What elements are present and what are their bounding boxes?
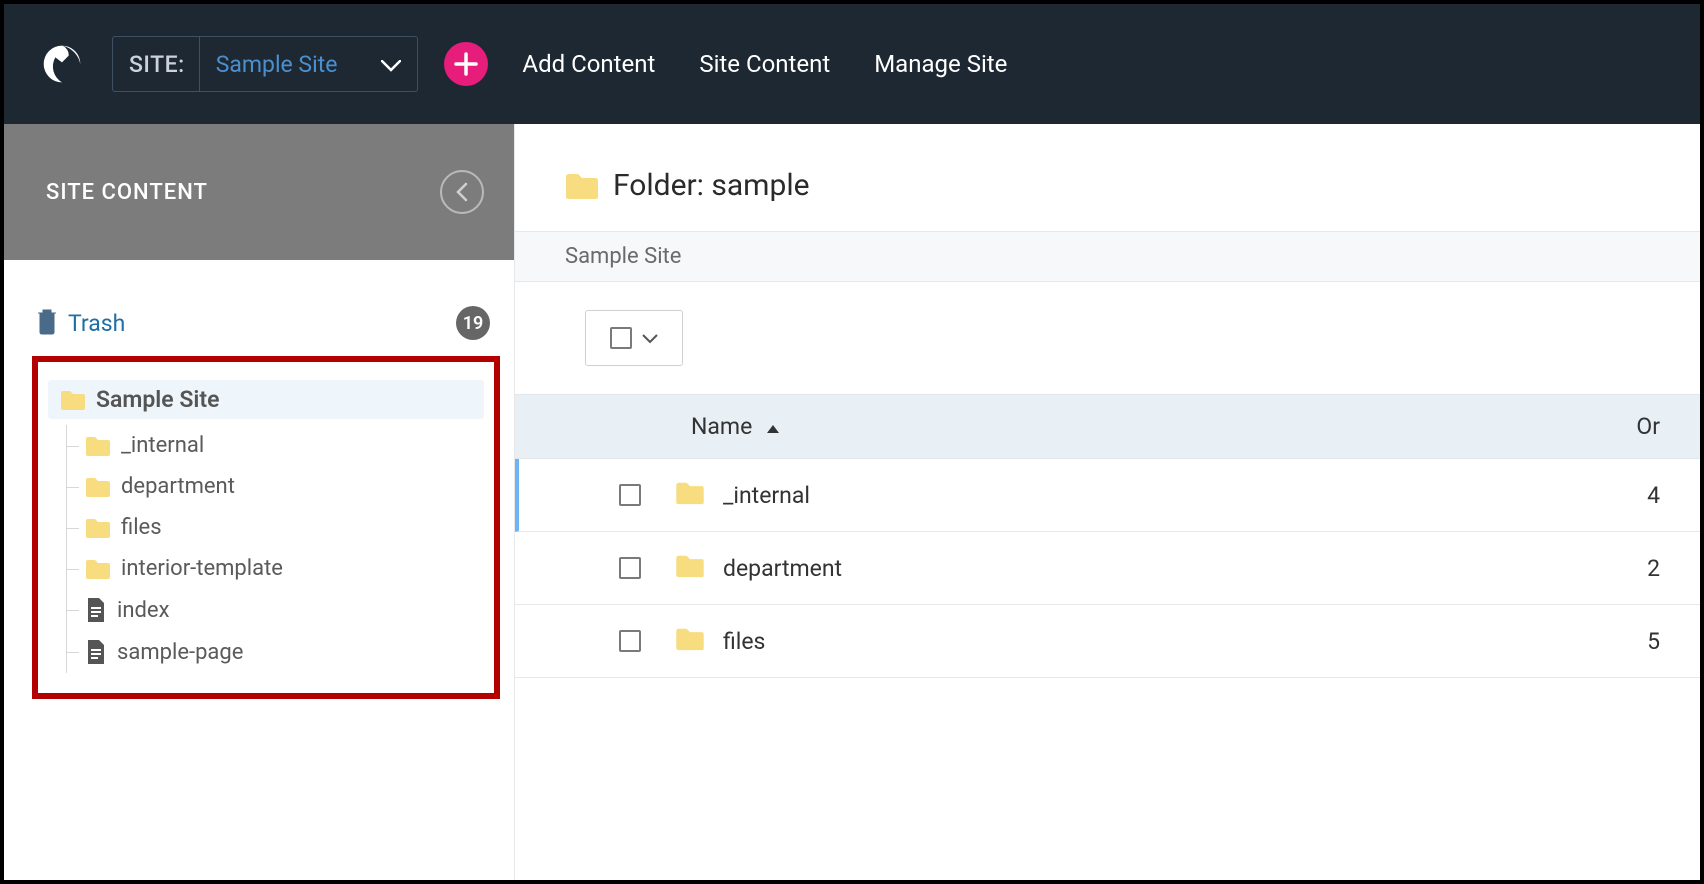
row-name: files bbox=[723, 628, 765, 655]
tree-children: _internal department files interior-temp… bbox=[66, 425, 484, 673]
main-panel: Folder: sample Sample Site Name Or bbox=[514, 124, 1700, 880]
folder-icon bbox=[85, 517, 111, 539]
folder-icon bbox=[675, 627, 709, 655]
checkbox-icon bbox=[619, 630, 641, 652]
page-icon bbox=[85, 597, 107, 623]
tree-item-label: department bbox=[121, 474, 235, 499]
tree-highlight-box: Sample Site _internal department files bbox=[32, 356, 500, 699]
sidebar-title: SITE CONTENT bbox=[46, 180, 208, 205]
page-icon bbox=[85, 639, 107, 665]
chevron-down-icon bbox=[642, 329, 658, 348]
checkbox-icon bbox=[610, 327, 632, 349]
table-row[interactable]: files 5 bbox=[515, 605, 1700, 678]
row-col2: 4 bbox=[1580, 482, 1660, 509]
row-checkbox[interactable] bbox=[585, 630, 675, 652]
checkbox-icon bbox=[619, 557, 641, 579]
chevron-down-icon bbox=[381, 51, 401, 78]
tree-root[interactable]: Sample Site bbox=[48, 380, 484, 419]
page-title: Folder: sample bbox=[515, 124, 1700, 231]
nav-site-content[interactable]: Site Content bbox=[677, 50, 852, 78]
toolbar bbox=[515, 282, 1700, 394]
sidebar-body: Trash 19 Sample Site _internal depart bbox=[4, 260, 514, 699]
tree-item-label: sample-page bbox=[117, 640, 243, 665]
row-col2: 5 bbox=[1580, 628, 1660, 655]
workspace: SITE CONTENT Trash 19 Sample Site bbox=[4, 124, 1700, 880]
site-selector-value: Sample Site bbox=[200, 37, 418, 91]
row-name: department bbox=[723, 555, 842, 582]
sort-asc-icon bbox=[766, 413, 780, 440]
row-checkbox[interactable] bbox=[585, 484, 675, 506]
add-content-button-icon[interactable] bbox=[444, 42, 488, 86]
folder-icon bbox=[565, 172, 599, 200]
tree-item[interactable]: index bbox=[67, 589, 484, 631]
tree-item[interactable]: files bbox=[67, 507, 484, 548]
tree-item-label: files bbox=[121, 515, 162, 540]
chevron-left-icon bbox=[455, 182, 469, 202]
tree-item[interactable]: _internal bbox=[67, 425, 484, 466]
tree-root-label: Sample Site bbox=[96, 386, 220, 413]
folder-icon bbox=[85, 558, 111, 580]
row-name: _internal bbox=[723, 482, 810, 509]
site-selector-text: Sample Site bbox=[216, 51, 338, 78]
tree-item-label: interior-template bbox=[121, 556, 283, 581]
table-row[interactable]: _internal 4 bbox=[515, 459, 1700, 532]
folder-icon bbox=[85, 435, 111, 457]
row-checkbox[interactable] bbox=[585, 557, 675, 579]
page-title-text: Folder: sample bbox=[613, 168, 810, 203]
trash-label: Trash bbox=[68, 310, 125, 337]
sidebar-header: SITE CONTENT bbox=[4, 124, 514, 260]
site-selector[interactable]: SITE: Sample Site bbox=[112, 36, 418, 92]
nav-manage-site[interactable]: Manage Site bbox=[852, 50, 1029, 78]
trash-count-badge: 19 bbox=[456, 306, 490, 340]
breadcrumb[interactable]: Sample Site bbox=[515, 231, 1700, 282]
site-selector-label: SITE: bbox=[113, 37, 200, 91]
column-name-label: Name bbox=[691, 413, 752, 440]
select-all-dropdown[interactable] bbox=[585, 310, 683, 366]
trash-row[interactable]: Trash 19 bbox=[4, 306, 514, 340]
topbar: SITE: Sample Site Add Content Site Conte… bbox=[4, 4, 1700, 124]
tree-item-label: index bbox=[117, 598, 170, 623]
folder-table: Name Or _internal 4 department bbox=[515, 394, 1700, 678]
tree-item-label: _internal bbox=[121, 433, 204, 458]
table-header: Name Or bbox=[515, 394, 1700, 459]
tree-item[interactable]: sample-page bbox=[67, 631, 484, 673]
folder-icon bbox=[85, 476, 111, 498]
tree-item[interactable]: department bbox=[67, 466, 484, 507]
sidebar: SITE CONTENT Trash 19 Sample Site bbox=[4, 124, 514, 880]
folder-icon bbox=[675, 481, 709, 509]
checkbox-icon bbox=[619, 484, 641, 506]
app-logo[interactable] bbox=[32, 34, 92, 94]
table-row[interactable]: department 2 bbox=[515, 532, 1700, 605]
column-order[interactable]: Or bbox=[1580, 413, 1660, 440]
trash-icon bbox=[36, 307, 58, 339]
row-col2: 2 bbox=[1580, 555, 1660, 582]
column-name[interactable]: Name bbox=[691, 413, 1580, 440]
folder-icon bbox=[675, 554, 709, 582]
tree-item[interactable]: interior-template bbox=[67, 548, 484, 589]
collapse-sidebar-button[interactable] bbox=[440, 170, 484, 214]
folder-icon bbox=[60, 389, 86, 411]
add-content-button[interactable]: Add Content bbox=[500, 50, 677, 78]
breadcrumb-text: Sample Site bbox=[565, 244, 681, 269]
